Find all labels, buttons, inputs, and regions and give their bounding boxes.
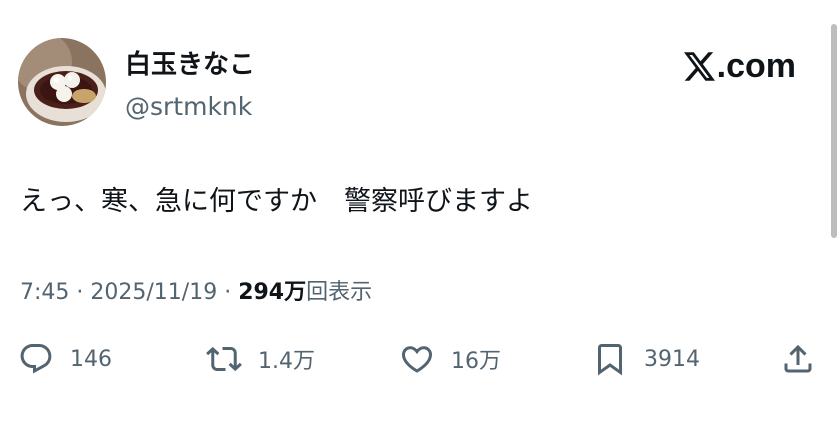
brand-logo[interactable]: .com	[683, 46, 796, 86]
meta-separator: ·	[217, 280, 239, 305]
retweet-button[interactable]: 1.4万	[206, 337, 315, 381]
action-bar: 146 1.4万 16万 3914	[18, 337, 820, 381]
meta-separator: ·	[69, 280, 91, 305]
tweet-meta: 7:45 · 2025/11/19 · 294万回表示	[20, 278, 372, 308]
reply-button[interactable]: 146	[18, 337, 112, 381]
like-button[interactable]: 16万	[399, 337, 501, 381]
views-count[interactable]: 294万	[238, 280, 306, 305]
bookmark-button[interactable]: 3914	[592, 337, 700, 381]
views-label[interactable]: 回表示	[306, 280, 372, 305]
avatar[interactable]	[18, 38, 106, 126]
like-count: 16万	[451, 349, 501, 374]
share-icon	[784, 344, 812, 373]
brand-domain-text: .com	[716, 47, 796, 85]
bookmark-icon	[598, 344, 622, 376]
like-heart-icon	[401, 346, 433, 373]
retweet-icon	[206, 346, 242, 372]
tweet-header: 白玉きなこ @srtmknk .com	[18, 38, 808, 132]
tweet-date[interactable]: 2025/11/19	[90, 280, 217, 305]
tweet-text: えっ、寒、急に何ですか 警察呼びますよ	[20, 186, 533, 217]
author-handle[interactable]: @srtmknk	[125, 92, 255, 122]
share-button[interactable]	[780, 337, 816, 381]
author-names: 白玉きなこ @srtmknk	[125, 50, 255, 122]
cut-off-row	[18, 418, 818, 429]
retweet-count: 1.4万	[258, 349, 315, 374]
avatar-photo	[18, 38, 106, 126]
reply-count: 146	[70, 346, 112, 372]
reply-icon	[20, 344, 52, 374]
x-logo-icon	[683, 51, 715, 81]
bookmark-count: 3914	[644, 346, 700, 372]
author-display-name[interactable]: 白玉きなこ	[125, 50, 255, 80]
scrollbar[interactable]	[831, 24, 837, 238]
tweet-time[interactable]: 7:45	[20, 280, 69, 305]
